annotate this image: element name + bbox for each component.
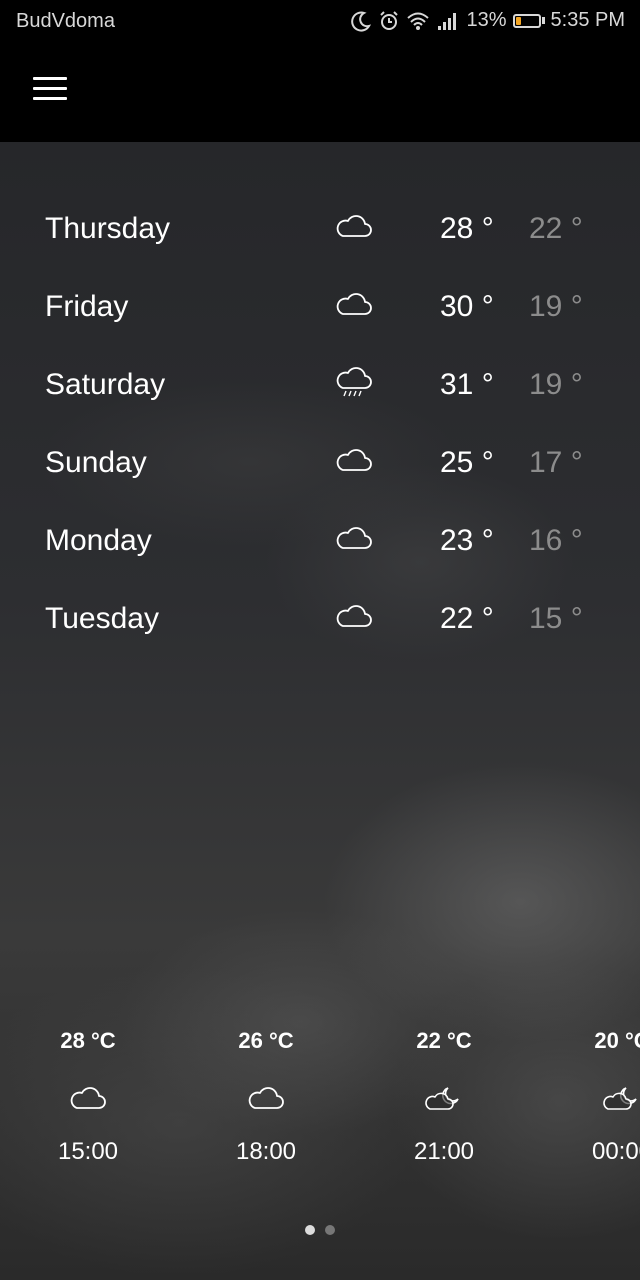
day-name: Thursday — [45, 212, 171, 245]
daily-forecast-row[interactable]: Thursday 28 ° 22 ° — [0, 198, 640, 258]
status-icons: 13% 5:35 PM — [350, 9, 625, 32]
hourly-forecast-item: 22 °C 21:00 — [374, 1028, 514, 1166]
cloud-icon — [334, 210, 374, 242]
battery-icon — [512, 13, 545, 28]
cloud-moon-icon — [602, 1082, 640, 1114]
battery-tip — [541, 17, 545, 24]
hourly-temp: 22 °C — [416, 1028, 472, 1053]
hourly-time: 21:00 — [413, 1138, 475, 1165]
daily-forecast-row[interactable]: Saturday 31 ° 19 ° — [0, 354, 640, 414]
wifi-icon — [406, 11, 430, 31]
battery-body — [512, 13, 541, 28]
hourly-temp: 26 °C — [238, 1028, 294, 1053]
daily-forecast-row[interactable]: Tuesday 22 ° 15 ° — [0, 588, 640, 648]
cloud-icon — [334, 600, 374, 632]
hourly-time: 15:00 — [57, 1138, 119, 1165]
battery-fill — [515, 16, 521, 25]
cloud-icon — [334, 522, 374, 554]
low-temp: 19 ° — [529, 290, 583, 323]
hourly-forecast-strip[interactable]: 28 °C 15:00 26 °C 18:00 22 °C 21:00 20 °C 00:00 — [0, 1028, 640, 1188]
day-name: Sunday — [45, 446, 147, 479]
high-temp: 25 ° — [440, 446, 494, 479]
high-temp: 23 ° — [440, 524, 494, 557]
hourly-forecast-item: 20 °C 00:00 — [552, 1028, 640, 1166]
high-temp: 28 ° — [440, 212, 494, 245]
day-name: Monday — [45, 524, 152, 557]
hourly-forecast-item: 26 °C 18:00 — [196, 1028, 336, 1166]
hourly-forecast-item: 28 °C 15:00 — [18, 1028, 158, 1166]
hourly-temp: 28 °C — [60, 1028, 116, 1053]
moon-icon — [350, 10, 372, 32]
hamburger-menu-icon[interactable] — [33, 77, 67, 103]
signal-icon — [436, 11, 460, 31]
cloud-rain-icon — [334, 366, 374, 398]
daily-forecast-row[interactable]: Sunday 25 ° 17 ° — [0, 432, 640, 492]
cloud-icon — [68, 1082, 108, 1114]
high-temp: 22 ° — [440, 602, 494, 635]
battery-percent: 13% — [466, 9, 507, 31]
status-bar: BudVdoma 13% 5:35 PM — [0, 0, 640, 44]
weather-content: Thursday 28 ° 22 ° Friday 30 ° 19 ° Saturday 31… — [0, 142, 640, 1280]
low-temp: 17 ° — [529, 446, 583, 479]
hourly-temp: 20 °C — [594, 1028, 640, 1053]
cloud-icon — [246, 1082, 286, 1114]
low-temp: 19 ° — [529, 368, 583, 401]
alarm-clock-icon — [378, 10, 400, 32]
low-temp: 16 ° — [529, 524, 583, 557]
high-temp: 31 ° — [440, 368, 494, 401]
status-app-name: BudVdoma — [16, 10, 115, 32]
page-dot-active[interactable] — [305, 1225, 315, 1235]
daily-forecast-row[interactable]: Friday 30 ° 19 ° — [0, 276, 640, 336]
app-bar — [0, 44, 640, 142]
hourly-time: 00:00 — [591, 1138, 640, 1165]
page-dot[interactable] — [325, 1225, 335, 1235]
cloud-icon — [334, 444, 374, 476]
day-name: Tuesday — [45, 602, 159, 635]
page-indicator[interactable] — [0, 1222, 640, 1240]
low-temp: 22 ° — [529, 212, 583, 245]
cloud-icon — [334, 288, 374, 320]
low-temp: 15 ° — [529, 602, 583, 635]
day-name: Friday — [45, 290, 129, 323]
day-name: Saturday — [45, 368, 166, 401]
hourly-time: 18:00 — [235, 1138, 297, 1165]
high-temp: 30 ° — [440, 290, 494, 323]
cloud-moon-icon — [424, 1082, 464, 1114]
daily-forecast-row[interactable]: Monday 23 ° 16 ° — [0, 510, 640, 570]
status-time: 5:35 PM — [550, 9, 625, 31]
